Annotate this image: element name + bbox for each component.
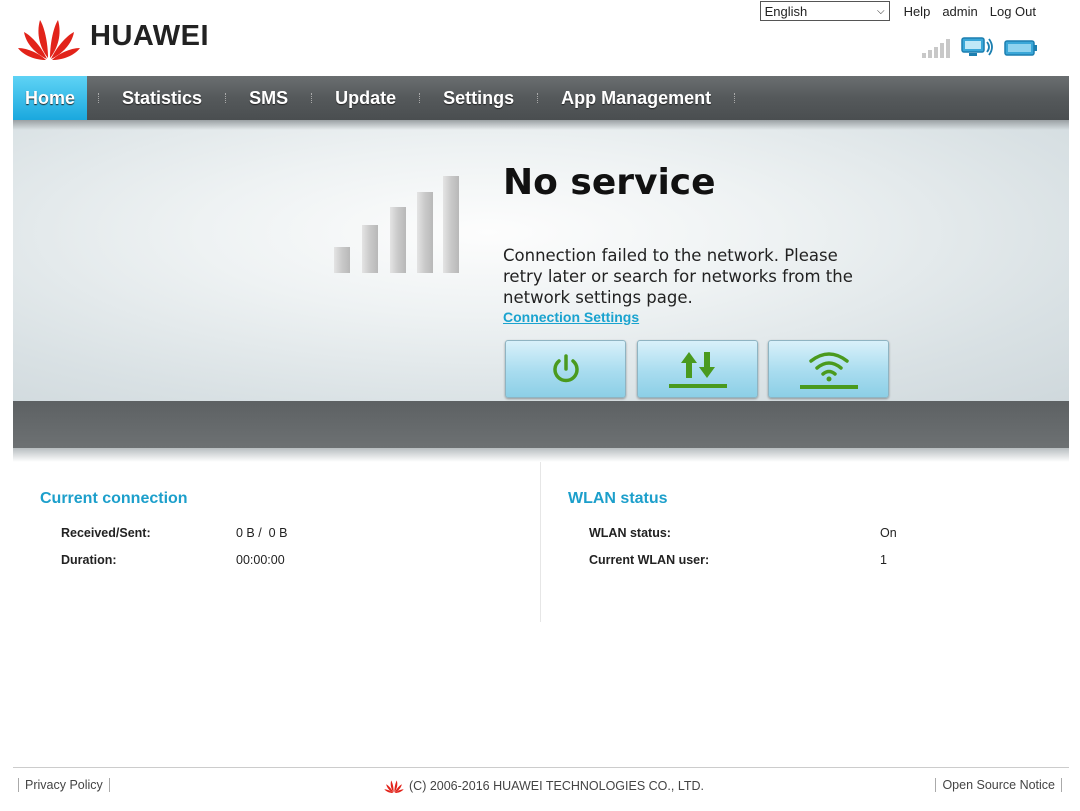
wifi-icon <box>799 352 858 389</box>
band-shadow <box>13 448 1069 462</box>
current-connection-panel: Current connection Received/Sent: 0 B / … <box>40 490 540 573</box>
nav-statistics-label: Statistics <box>122 87 203 108</box>
copyright-text: (C) 2006-2016 HUAWEI TECHNOLOGIES CO., L… <box>409 778 704 793</box>
huawei-logo[interactable]: HUAWEI <box>18 12 209 60</box>
status-icons <box>922 36 1038 58</box>
panel-divider <box>540 462 541 622</box>
help-link[interactable]: Help <box>904 4 931 19</box>
nav-separator <box>537 93 539 103</box>
duration-value: 00:00:00 <box>236 552 285 567</box>
received-sent-label: Received/Sent: <box>61 525 151 540</box>
battery-icon <box>1004 40 1037 56</box>
duration-label: Duration: <box>61 552 117 567</box>
hero-bottom-band <box>13 401 1069 448</box>
nav-app-management[interactable]: App Management <box>549 76 723 120</box>
service-status-message: Connection failed to the network. Please… <box>503 246 853 307</box>
wlan-status-value: On <box>880 525 897 540</box>
wlan-user-value: 1 <box>880 552 887 567</box>
power-button[interactable] <box>505 340 626 398</box>
nav-separator <box>419 93 421 103</box>
duration-row: Duration: 00:00:00 <box>40 546 540 573</box>
current-connection-heading: Current connection <box>40 490 188 507</box>
connection-settings-link[interactable]: Connection Settings <box>503 309 639 325</box>
footer-divider <box>13 767 1069 768</box>
wlan-status-heading: WLAN status <box>568 490 668 507</box>
service-status-title: No service <box>503 162 716 203</box>
nav-separator <box>734 93 736 103</box>
copyright: (C) 2006-2016 HUAWEI TECHNOLOGIES CO., L… <box>384 778 704 793</box>
huawei-flower-icon <box>18 20 80 60</box>
nav-home-label: Home <box>25 87 76 108</box>
nav-separator <box>225 93 227 103</box>
privacy-policy-link[interactable]: Privacy Policy <box>18 778 110 792</box>
wifi-button[interactable] <box>768 340 889 398</box>
wlan-user-label: Current WLAN user: <box>589 552 710 567</box>
nav-app-management-label: App Management <box>561 87 712 108</box>
main-nav: Home Statistics SMS Update Settings App … <box>13 76 1069 120</box>
status-hero: No service Connection failed to the netw… <box>13 120 1069 401</box>
nav-separator <box>98 93 100 103</box>
nav-statistics[interactable]: Statistics <box>110 76 214 120</box>
brand-name: HUAWEI <box>90 19 209 52</box>
nav-shadow <box>13 120 1069 130</box>
nav-separator <box>311 93 313 103</box>
wlan-user-row: Current WLAN user: 1 <box>568 546 1068 573</box>
nav-update-label: Update <box>335 87 397 108</box>
wlan-status-row: WLAN status: On <box>568 519 1068 546</box>
header: HUAWEI English ⌵ Help admin Log Out <box>0 0 1080 76</box>
logout-link[interactable]: Log Out <box>990 4 1036 19</box>
language-value: English <box>764 3 808 19</box>
wlan-status-panel: WLAN status WLAN status: On Current WLAN… <box>568 490 1068 573</box>
data-connection-button[interactable] <box>637 340 758 398</box>
computer-icon <box>961 37 993 56</box>
nav-sms[interactable]: SMS <box>237 76 300 120</box>
no-signal-bars-icon <box>334 176 459 273</box>
nav-sms-label: SMS <box>249 87 289 108</box>
wlan-status-label: WLAN status: <box>589 525 671 540</box>
received-sent-value: 0 B / 0 B <box>236 525 288 540</box>
received-sent-row: Received/Sent: 0 B / 0 B <box>40 519 540 546</box>
chevron-down-icon: ⌵ <box>876 5 885 17</box>
footer: Privacy Policy (C) 2006-2016 HUAWEI TECH… <box>0 778 1080 798</box>
top-links: English ⌵ Help admin Log Out <box>759 1 1042 21</box>
signal-strength-icon <box>922 39 950 58</box>
nav-settings-label: Settings <box>443 87 515 108</box>
user-label: admin <box>942 3 978 19</box>
language-select[interactable]: English ⌵ <box>759 1 890 21</box>
nav-settings[interactable]: Settings <box>431 76 526 120</box>
data-transfer-icon <box>668 352 727 388</box>
open-source-notice-link[interactable]: Open Source Notice <box>935 778 1062 792</box>
power-icon <box>552 354 579 383</box>
huawei-small-logo-icon <box>384 780 404 793</box>
nav-home[interactable]: Home <box>13 76 88 120</box>
nav-update[interactable]: Update <box>323 76 408 120</box>
